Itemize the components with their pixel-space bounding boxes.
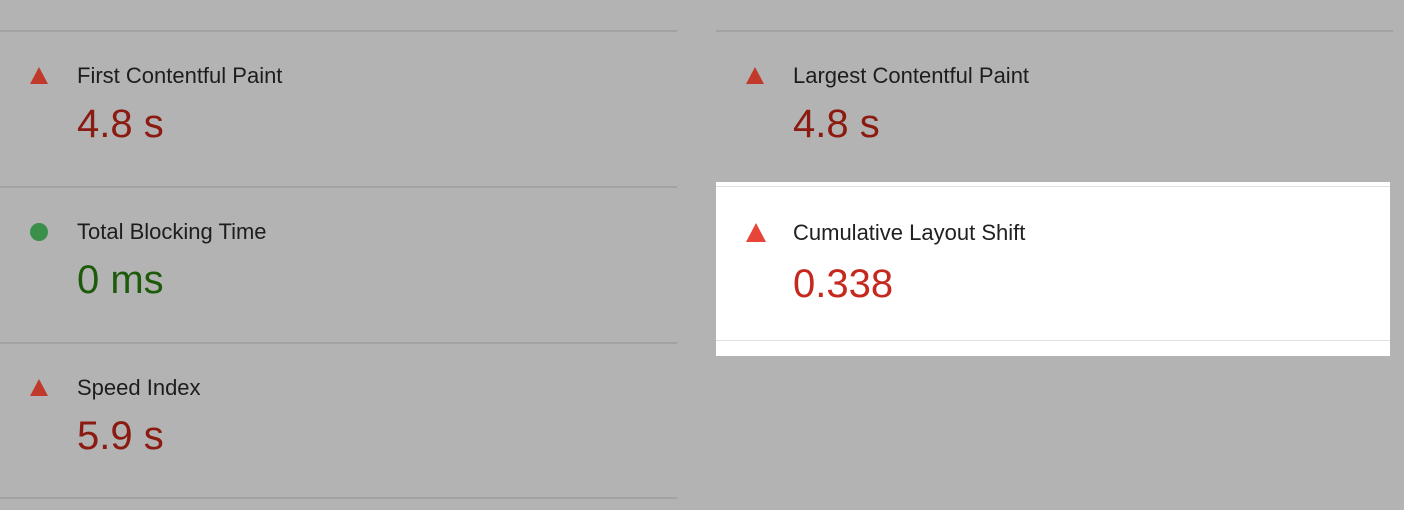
divider — [716, 340, 1390, 341]
divider — [0, 497, 677, 499]
warning-triangle-icon — [30, 379, 48, 396]
divider — [716, 30, 1393, 32]
metric-label: Total Blocking Time — [77, 219, 267, 244]
metric-total-blocking-time: Total Blocking Time 0 ms — [0, 186, 677, 341]
warning-triangle-icon — [746, 223, 766, 242]
metric-largest-contentful-paint: Largest Contentful Paint 4.8 s — [716, 30, 1393, 185]
pass-circle-icon — [30, 223, 48, 241]
metric-label: Speed Index — [77, 375, 201, 400]
divider — [0, 342, 677, 344]
metric-value: 5.9 s — [77, 414, 164, 458]
warning-triangle-icon — [746, 67, 764, 84]
metric-cumulative-layout-shift-highlighted: Cumulative Layout Shift 0.338 — [716, 182, 1390, 356]
metric-speed-index: Speed Index 5.9 s — [0, 342, 677, 499]
metric-label: Largest Contentful Paint — [793, 63, 1030, 88]
metric-value: 4.8 s — [77, 102, 164, 146]
metric-label: First Contentful Paint — [77, 63, 283, 88]
metric-value: 0.338 — [793, 262, 894, 306]
metric-value: 0 ms — [77, 258, 164, 302]
divider — [0, 30, 677, 32]
divider — [716, 186, 1390, 187]
divider — [0, 186, 677, 188]
metric-first-contentful-paint: First Contentful Paint 4.8 s — [0, 30, 677, 185]
warning-triangle-icon — [30, 67, 48, 84]
metric-value: 4.8 s — [793, 102, 880, 146]
metric-label: Cumulative Layout Shift — [793, 220, 1026, 245]
